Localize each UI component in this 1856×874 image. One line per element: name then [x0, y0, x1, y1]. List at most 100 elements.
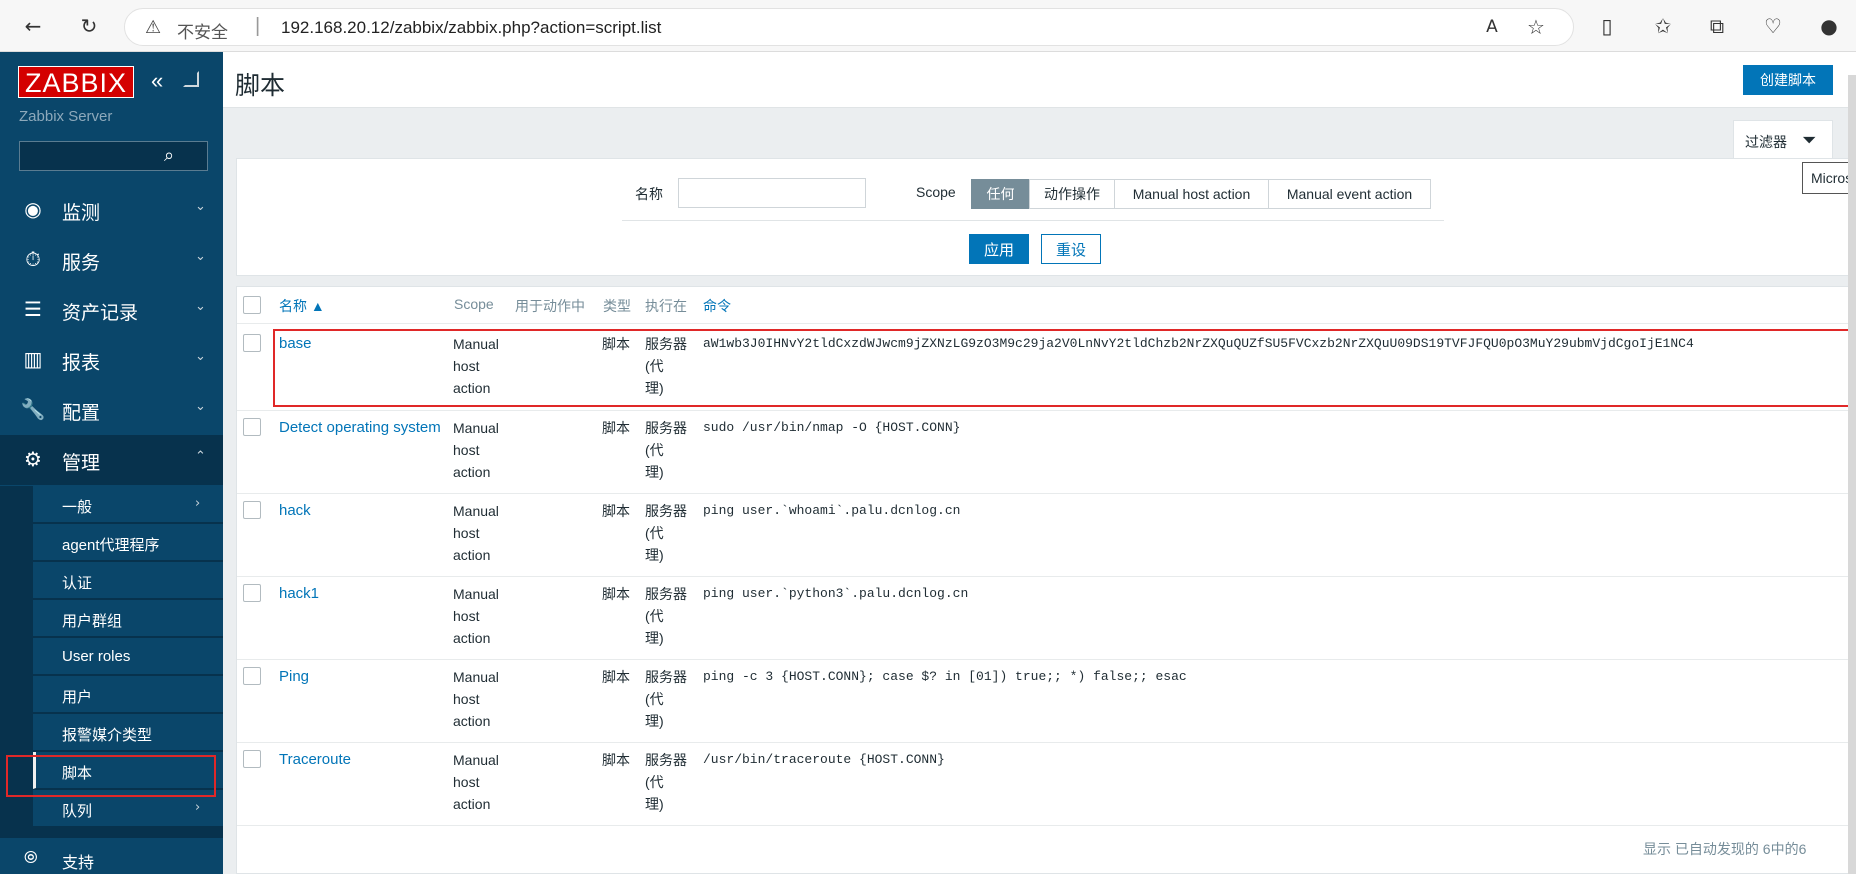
submenu-item-users[interactable]: 用户: [33, 676, 223, 713]
execute-on-cell: 服务器 (代 理): [645, 749, 687, 815]
row-checkbox[interactable]: [243, 584, 261, 602]
scope-option-action-operation[interactable]: 动作操作: [1029, 179, 1115, 209]
execute-on-cell: 服务器 (代 理): [645, 500, 687, 566]
row-checkbox[interactable]: [243, 418, 261, 436]
menu-item-monitoring[interactable]: ◉ 监测 ⌄: [0, 185, 223, 235]
chevron-down-icon: ⌄: [195, 199, 206, 214]
chevron-down-icon: ⌄: [195, 399, 206, 414]
script-name-link[interactable]: Detect operating system: [279, 417, 441, 439]
name-filter-input[interactable]: [678, 178, 866, 208]
column-header-commands[interactable]: 命令: [703, 296, 731, 316]
pagination-summary: 显示 已自动发现的 6中的6: [1643, 841, 1807, 857]
favorites-icon[interactable]: ✩: [1648, 11, 1678, 41]
kiosk-mode-icon[interactable]: [183, 71, 199, 87]
menu-label: 服务: [62, 253, 101, 274]
create-script-button[interactable]: 创建脚本: [1743, 65, 1833, 95]
submenu-item-authentication[interactable]: 认证: [33, 562, 223, 599]
gear-icon: ⚙: [24, 447, 42, 471]
collapse-sidebar-icon[interactable]: «: [151, 68, 163, 94]
menu-item-inventory[interactable]: ☰ 资产记录 ⌄: [0, 285, 223, 335]
column-header-name[interactable]: 名称 ▲: [279, 296, 325, 316]
command-cell: ping user.`whoami`.palu.dcnlog.cn: [703, 503, 961, 518]
row-checkbox[interactable]: [243, 750, 261, 768]
submenu-label: 用户群组: [62, 613, 123, 630]
execute-on-cell: 服务器 (代 理): [645, 417, 687, 483]
scope-line: action: [453, 547, 491, 563]
collections-icon[interactable]: ⧉: [1702, 11, 1732, 41]
url-text[interactable]: 192.168.20.12/zabbix/zabbix.php?action=s…: [281, 18, 661, 38]
submenu-item-general[interactable]: 一般 ›: [33, 486, 223, 523]
chart-icon: ▥: [23, 347, 43, 371]
script-name-link[interactable]: Ping: [279, 666, 309, 688]
wrench-icon: 🔧: [20, 397, 46, 421]
menu-item-administration[interactable]: ⚙ 管理 ⌃: [0, 435, 223, 485]
search-icon[interactable]: ⌕: [164, 145, 174, 166]
read-aloud-icon[interactable]: A: [1477, 12, 1507, 42]
scope-line: action: [453, 796, 491, 812]
insecure-label[interactable]: 不安全: [177, 18, 228, 43]
zabbix-logo[interactable]: ZABBIX: [18, 66, 135, 98]
script-name-link[interactable]: hack1: [279, 583, 319, 605]
warning-icon[interactable]: ⚠: [145, 17, 161, 38]
reload-icon[interactable]: ↻: [74, 11, 104, 41]
select-all-checkbox[interactable]: [243, 296, 261, 314]
page-header: 脚本 创建脚本: [223, 52, 1856, 108]
health-icon[interactable]: ♡: [1758, 11, 1788, 41]
scope-line: host: [453, 608, 480, 624]
scope-option-manual-event-action[interactable]: Manual event action: [1268, 179, 1431, 209]
submenu-label: 队列: [62, 803, 93, 820]
execute-on-line: (代: [645, 691, 664, 707]
row-checkbox[interactable]: [243, 501, 261, 519]
execute-on-line: 服务器: [645, 752, 687, 768]
chevron-down-icon: ⌄: [195, 249, 206, 264]
execute-on-line: 理): [645, 464, 664, 480]
column-header-scope: Scope: [454, 296, 494, 312]
profile-avatar-icon[interactable]: ●: [1814, 11, 1844, 41]
row-divider: [237, 742, 1856, 743]
scope-line: Manual: [453, 503, 499, 519]
page-scrollbar[interactable]: [1848, 75, 1856, 874]
execute-on-line: 服务器: [645, 420, 687, 436]
menu-item-services[interactable]: ⏱ 服务 ⌄: [0, 235, 223, 285]
address-separator: |: [255, 15, 261, 37]
script-name-link[interactable]: hack: [279, 500, 311, 522]
back-arrow-icon[interactable]: ←: [18, 11, 48, 41]
execute-on-line: 理): [645, 547, 664, 563]
scope-option-any[interactable]: 任何: [971, 179, 1030, 209]
type-cell: 脚本: [602, 503, 630, 519]
sidebar-search-input[interactable]: [19, 141, 208, 171]
scope-line: host: [453, 525, 480, 541]
menu-label: 资产记录: [62, 303, 139, 324]
split-screen-icon[interactable]: ▯: [1592, 11, 1622, 41]
scope-cell: Manual host action: [453, 417, 499, 483]
filter-tab[interactable]: 过滤器 ⏷: [1733, 120, 1833, 158]
submenu-item-proxies[interactable]: agent代理程序: [33, 524, 223, 561]
list-icon: ☰: [24, 297, 42, 321]
execute-on-line: (代: [645, 608, 664, 624]
execute-on-line: 服务器: [645, 503, 687, 519]
submenu-label: 用户: [62, 689, 93, 706]
reset-button[interactable]: 重设: [1041, 234, 1101, 264]
row-checkbox[interactable]: [243, 667, 261, 685]
browser-toolbar: ← ↻ ⚠ 不安全 | 192.168.20.12/zabbix/zabbix.…: [0, 0, 1856, 52]
submenu-item-user-groups[interactable]: 用户群组: [33, 600, 223, 637]
script-name-link[interactable]: Traceroute: [279, 749, 351, 771]
submenu-label: 认证: [62, 575, 93, 592]
menu-item-support[interactable]: ⦾ 支持: [0, 838, 223, 874]
submenu-item-user-roles[interactable]: User roles: [33, 638, 223, 675]
menu-item-reports[interactable]: ▥ 报表 ⌄: [0, 335, 223, 385]
execute-on-line: 理): [645, 713, 664, 729]
execute-on-line: 服务器: [645, 669, 687, 685]
scope-cell: Manual host action: [453, 749, 499, 815]
row-checkbox[interactable]: [243, 334, 261, 352]
address-bar[interactable]: ⚠ 不安全 | 192.168.20.12/zabbix/zabbix.php?…: [124, 8, 1574, 46]
scope-option-manual-host-action[interactable]: Manual host action: [1114, 179, 1269, 209]
menu-item-configuration[interactable]: 🔧 配置 ⌄: [0, 385, 223, 435]
apply-button[interactable]: 应用: [969, 234, 1029, 264]
scope-cell: Manual host action: [453, 583, 499, 649]
submenu-item-media-types[interactable]: 报警媒介类型: [33, 714, 223, 751]
favorite-star-icon[interactable]: ☆: [1521, 12, 1551, 42]
execute-on-cell: 服务器 (代理): [645, 666, 687, 732]
submenu-label: agent代理程序: [62, 537, 160, 554]
header-divider: [237, 323, 1856, 324]
